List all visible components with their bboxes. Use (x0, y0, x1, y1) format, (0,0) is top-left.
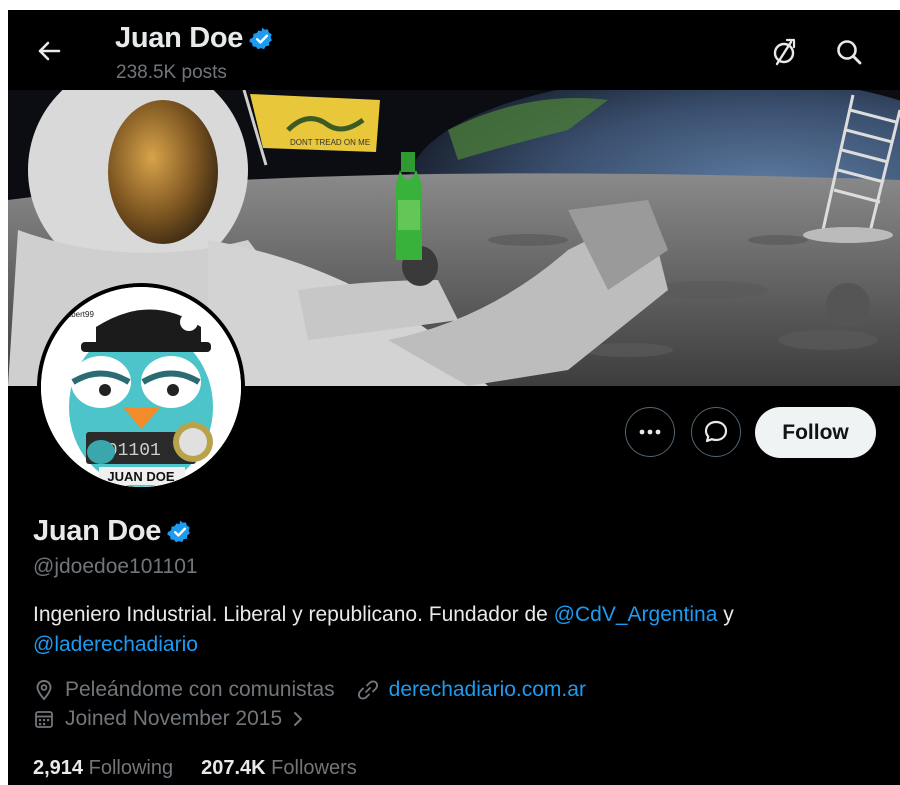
bio-connector: y (717, 603, 734, 626)
search-icon (837, 40, 862, 65)
followers-label: Followers (271, 757, 357, 779)
bio-mention-cdv[interactable]: @CdV_Argentina (554, 603, 718, 626)
bio-text: Ingeniero Industrial. Liberal y republic… (33, 603, 554, 626)
search-button[interactable] (831, 34, 867, 70)
profile-window: Juan Doe 238.5K posts DONT TREAD ON ME R… (8, 10, 900, 785)
website-link[interactable]: derechadiario.com.ar (389, 678, 586, 702)
verified-badge-icon (249, 27, 272, 49)
display-name: Juan Doe (33, 515, 162, 547)
location-icon (36, 680, 52, 701)
joined-date: Joined November 2015 (65, 707, 283, 730)
link-icon (357, 680, 378, 700)
calendar-icon (35, 711, 53, 728)
post-count: 238.5K posts (116, 62, 227, 83)
more-icon (639, 429, 661, 435)
flag-text: DONT TREAD ON ME (290, 138, 370, 147)
handle: @jdoedoe101101 (33, 555, 198, 578)
arrow-left-icon (38, 41, 61, 61)
avatar: Rockbert99 101101 JUAN DOE (41, 287, 241, 487)
more-button[interactable] (625, 407, 675, 457)
message-icon (704, 420, 728, 443)
notifications-off-icon (773, 38, 796, 66)
location: Peleándome con comunistas (65, 678, 335, 701)
avatar-name-plate: JUAN DOE (107, 469, 175, 484)
verified-badge-icon[interactable] (167, 519, 193, 545)
header-name: Juan Doe (115, 22, 244, 54)
notifications-toggle-button[interactable] (766, 34, 802, 70)
top-bar: Juan Doe 238.5K posts (8, 10, 900, 90)
joined-row[interactable]: Joined November 2015 (33, 707, 306, 731)
following-count: 2,914 (33, 757, 84, 779)
message-button[interactable] (691, 407, 741, 457)
avatar-image: Rockbert99 101101 JUAN DOE (41, 287, 241, 487)
follow-button[interactable]: Follow (755, 407, 876, 458)
following-stat[interactable]: 2,914 Following (33, 757, 173, 780)
profile-avatar[interactable]: Rockbert99 101101 JUAN DOE (37, 283, 245, 491)
followers-count: 207.4K (201, 757, 266, 779)
chevron-right-icon (294, 712, 303, 726)
followers-stat[interactable]: 207.4K Followers (201, 757, 357, 780)
profile-name-row: Juan Doe (33, 515, 193, 548)
follow-stats: 2,914 Following 207.4K Followers (33, 757, 357, 780)
profile-meta: Peleándome con comunistas derechadiario.… (33, 678, 586, 702)
header-title: Juan Doe (115, 22, 275, 55)
back-button[interactable] (32, 34, 66, 68)
following-label: Following (88, 757, 174, 779)
bio: Ingeniero Industrial. Liberal y republic… (33, 600, 873, 660)
bio-mention-laderechadiario[interactable]: @laderechadiario (33, 633, 198, 656)
